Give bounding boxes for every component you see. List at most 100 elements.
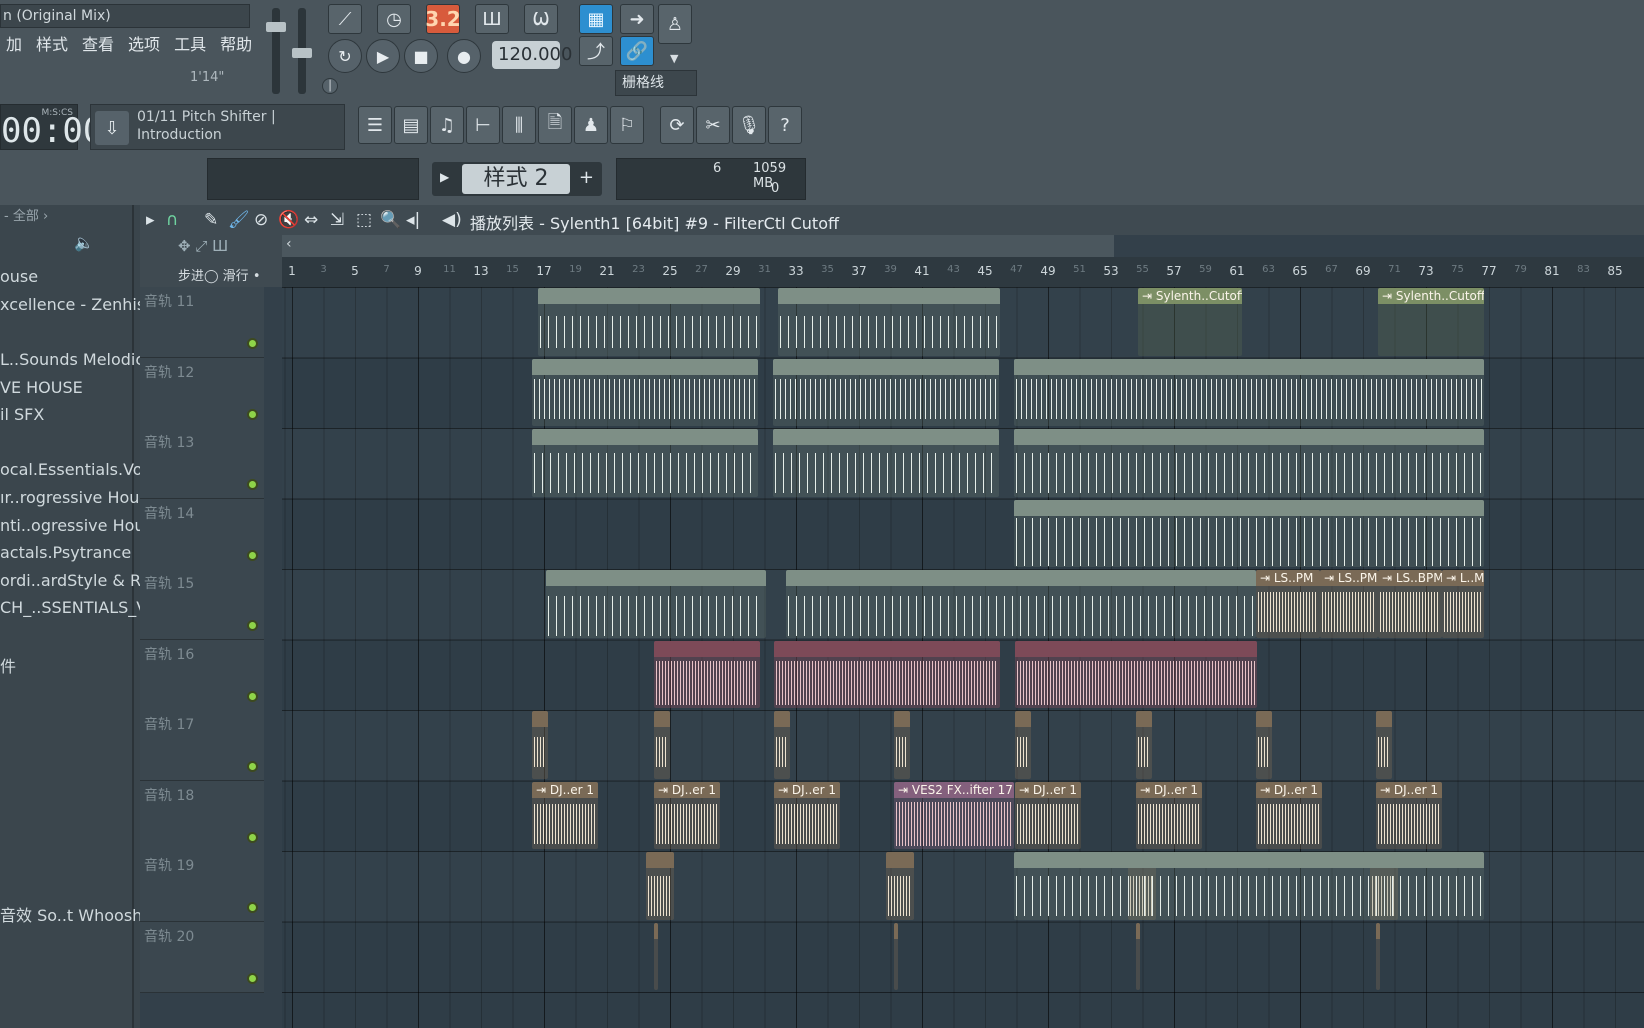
channel-rack-icon[interactable]: ▤ xyxy=(394,106,428,144)
paint-brush-icon[interactable]: 🖌 xyxy=(228,210,250,230)
help-icon[interactable]: ? xyxy=(768,106,802,144)
track-header[interactable]: 音轨 13 xyxy=(140,428,264,499)
zoom-icon[interactable]: 🔍 xyxy=(380,210,401,230)
track-header[interactable]: 音轨 19 xyxy=(140,851,264,922)
browser-item[interactable]: L..Sounds Melodic xyxy=(0,350,144,369)
playlist-clip[interactable] xyxy=(532,358,758,426)
track-mute-led[interactable] xyxy=(247,690,258,702)
playlist-clip[interactable] xyxy=(1256,711,1272,779)
playlist-clip[interactable] xyxy=(774,640,1000,708)
playlist-clip[interactable] xyxy=(786,570,1256,638)
mute-icon[interactable]: 🔇 xyxy=(278,210,299,230)
playlist-clip[interactable] xyxy=(532,711,548,779)
triangle-right-icon[interactable]: ▸ xyxy=(146,210,155,230)
link-icon[interactable]: 🔗 xyxy=(620,36,654,66)
touch-controller-icon[interactable]: ⚐ xyxy=(610,106,644,144)
download-icon[interactable]: ⇩ xyxy=(95,111,129,145)
browser-item[interactable]: actals.Psytrance xyxy=(0,543,131,562)
timeline-ruler[interactable]: 1 3 5 7 9 11 13 15 17 19 21 23 25 27 29 31 33 35 37 39 41 43 4… xyxy=(282,257,1644,287)
track-mute-led[interactable] xyxy=(247,831,258,843)
playlist-clip[interactable] xyxy=(654,640,760,708)
track-header[interactable]: 音轨 17 xyxy=(140,710,264,781)
playlist-clip[interactable]: ⇥ DJ..er 1 xyxy=(532,781,598,849)
playlist-clip[interactable]: ⇥ LS..BPM xyxy=(1378,570,1442,638)
playlist-clip[interactable]: ⇥ L..M xyxy=(1442,570,1484,638)
playlist-clip[interactable] xyxy=(538,288,760,356)
typing-keyboard-icon[interactable]: ▦ xyxy=(579,4,613,34)
plugin-icon[interactable]: ♟ xyxy=(574,106,608,144)
snap-selector[interactable]: 栅格线 xyxy=(615,70,697,96)
track-header[interactable]: 音轨 14 xyxy=(140,498,264,570)
playlist-clip[interactable] xyxy=(894,711,910,779)
menu-options[interactable]: 选项 xyxy=(122,33,168,57)
arrangement-grid[interactable]: ⇥ Sylenth..Cutoff ⇥ Sylenth..Cutoff ⇥ LS..… xyxy=(282,287,1644,1028)
playlist-icon[interactable]: ☰ xyxy=(358,106,392,144)
master-pitch-slider[interactable] xyxy=(292,8,312,94)
chevron-left-icon[interactable]: ‹ xyxy=(286,236,292,252)
browser-item[interactable]: ır..rogressive House xyxy=(0,488,158,507)
playlist-clip[interactable] xyxy=(646,852,674,920)
master-volume-slider[interactable] xyxy=(266,8,286,94)
track-mute-led[interactable] xyxy=(247,408,258,420)
tool-icons[interactable]: ✥ ⤢ Ш xyxy=(178,237,228,255)
plus-icon[interactable]: + xyxy=(579,167,594,188)
scissors-icon[interactable]: ✂ xyxy=(696,106,730,144)
playlist-clip[interactable] xyxy=(886,852,914,920)
mixer-icon[interactable]: ⫼ xyxy=(502,106,536,144)
track-mute-led[interactable] xyxy=(247,338,258,349)
track-header[interactable]: 音轨 18 xyxy=(140,780,264,852)
playlist-clip[interactable] xyxy=(773,429,999,497)
playlist-clip[interactable]: ⇥ DJ..er 1 xyxy=(1256,781,1322,849)
track-mute-led[interactable] xyxy=(247,902,258,913)
playlist-clip[interactable] xyxy=(1136,711,1152,779)
browser-item[interactable]: xcellence - Zenhiser xyxy=(0,295,162,314)
browser-icon[interactable]: ⊢ xyxy=(466,106,500,144)
loop-icon[interactable]: ↻ xyxy=(328,39,362,73)
step-edit-icon[interactable]: Ш xyxy=(475,4,509,34)
track-mute-led[interactable] xyxy=(247,620,258,631)
track-mute-led[interactable] xyxy=(247,549,258,561)
playlist-clip[interactable] xyxy=(774,711,790,779)
playlist-clip[interactable] xyxy=(1014,429,1484,497)
record-button[interactable]: ● xyxy=(447,39,481,73)
mixer-master-icon[interactable]: ♙ xyxy=(658,4,692,44)
track-mute-led[interactable] xyxy=(247,479,258,490)
browser-item[interactable]: ocal.Essentials.Vol.1 xyxy=(0,460,162,479)
browser-item[interactable]: 件 xyxy=(0,653,16,677)
wait-input-icon[interactable]: ◷ xyxy=(377,4,411,34)
track-mute-led[interactable] xyxy=(247,972,258,984)
piano-roll-icon[interactable]: ♫ xyxy=(430,106,464,144)
triangle-right-icon[interactable]: ▶ xyxy=(440,170,449,184)
horizontal-scrollbar[interactable]: ‹ xyxy=(282,235,1114,257)
track-header[interactable]: 音轨 20 xyxy=(140,921,264,993)
playlist-clip[interactable]: ⇥ LS..PM xyxy=(1256,570,1320,638)
playlist-clip[interactable]: ⇥ Sylenth..Cutoff xyxy=(1378,288,1484,356)
stop-button[interactable]: ■ xyxy=(404,39,438,73)
playlist-clip[interactable] xyxy=(1376,711,1392,779)
metronome-icon[interactable]: ⟋ xyxy=(328,4,362,34)
playlist-clip[interactable]: ⇥ DJ..er 1 xyxy=(1376,781,1442,849)
browser-item[interactable]: nti..ogressive House xyxy=(0,516,163,535)
play-button[interactable]: ▶ xyxy=(366,39,400,73)
playlist-clip[interactable]: ⇥ DJ..er 1 xyxy=(774,781,840,849)
playlist-clip[interactable] xyxy=(1015,711,1031,779)
delete-icon[interactable]: ⊘ xyxy=(254,210,268,230)
browser-item[interactable]: 音效 So..t Whoosh xyxy=(0,902,142,926)
pencil-icon[interactable]: ✎ xyxy=(204,210,218,230)
menu-patterns[interactable]: 样式 xyxy=(30,33,76,57)
playlist-clip[interactable] xyxy=(773,358,999,426)
step-slide-toggle[interactable]: 步进◯ 滑行 • xyxy=(178,265,260,284)
playlist-clip[interactable]: ⇥ LS..PM xyxy=(1320,570,1378,638)
pattern-song-toggle[interactable]: 3.2 xyxy=(425,4,461,34)
playlist-clip[interactable]: ⇥ DJ..er 1 xyxy=(1015,781,1081,849)
playlist-clip[interactable]: ⇥ DJ..er 1 xyxy=(1136,781,1202,849)
playlist-clip[interactable] xyxy=(1136,922,1140,990)
playlist-clip[interactable] xyxy=(1015,640,1257,708)
slice-icon[interactable]: ⇲ xyxy=(330,210,344,230)
select-icon[interactable]: ⬚ xyxy=(356,210,372,230)
playlist-clip[interactable] xyxy=(894,922,898,990)
browser-filter[interactable]: - 全部 › xyxy=(0,205,132,229)
browser-item[interactable]: CH_..SSENTIALS_V1 xyxy=(0,598,157,617)
chevron-down-icon[interactable]: ▼ xyxy=(670,52,678,65)
track-header[interactable]: 音轨 11 xyxy=(140,287,264,358)
